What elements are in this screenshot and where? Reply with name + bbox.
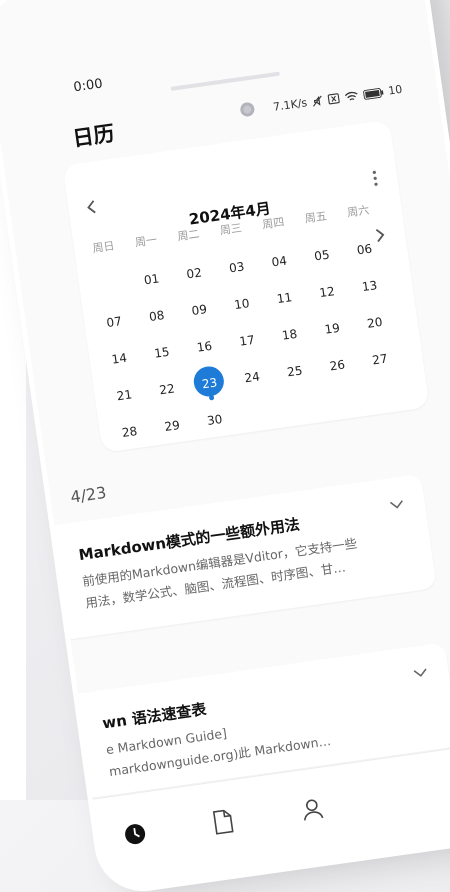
calendar-day-number: 26 — [328, 357, 346, 374]
calendar-day-number: 10 — [233, 296, 251, 313]
net-speed: 7.1K/s — [272, 96, 309, 114]
calendar-day-number: 16 — [195, 338, 213, 355]
weekday-label: 周日 — [91, 239, 116, 256]
calendar-day[interactable]: 22 — [144, 372, 191, 408]
calendar-day[interactable]: 11 — [261, 280, 308, 316]
prev-month-button[interactable] — [85, 197, 98, 219]
mute-icon — [313, 95, 322, 107]
calendar-day[interactable]: 24 — [229, 360, 276, 396]
calendar-day[interactable]: 07 — [91, 304, 138, 340]
wifi-icon — [345, 91, 358, 101]
calendar-day-number: 07 — [105, 314, 123, 331]
chevron-down-icon — [413, 668, 427, 677]
calendar-day[interactable]: 05 — [299, 238, 346, 274]
calendar-day[interactable]: 12 — [304, 274, 351, 310]
calendar-day[interactable]: 28 — [106, 414, 153, 450]
earpiece-speaker — [170, 71, 280, 91]
calendar-day[interactable]: 08 — [133, 298, 180, 334]
calendar-day-number: 05 — [313, 247, 331, 264]
calendar-day-number: 22 — [158, 381, 176, 398]
calendar-day-number: 23 — [201, 375, 219, 392]
calendar-day-number: 29 — [163, 417, 181, 434]
calendar-day[interactable]: 01 — [128, 262, 175, 298]
calendar-day-number: 25 — [286, 363, 304, 380]
calendar-day[interactable]: 25 — [271, 354, 318, 390]
calendar-day-number: 04 — [270, 253, 288, 270]
calendar-day-number: 09 — [190, 302, 208, 319]
weekday-label: 周一 — [134, 233, 158, 250]
calendar-day[interactable]: 16 — [181, 329, 228, 365]
no-sim-icon — [327, 93, 340, 105]
event-dot — [208, 394, 215, 401]
battery-icon — [363, 87, 384, 100]
weekday-label: 周六 — [346, 203, 371, 220]
page-title: 日历 — [71, 121, 117, 151]
calendar-day-number: 30 — [206, 412, 224, 429]
calendar-card: 2024年4月 周日 周一 周二 周三 周四 周五 周六 01 02 03 04 05 0… — [62, 119, 430, 453]
calendar-day-number: 15 — [153, 344, 171, 361]
calendar-day-number: 13 — [361, 278, 379, 295]
status-time: 0:00 — [72, 76, 104, 96]
tab-calendar[interactable] — [122, 820, 151, 849]
calendar-day[interactable]: 20 — [351, 305, 398, 341]
calendar-day-number: 03 — [228, 259, 246, 276]
calendar-day-number: 02 — [185, 265, 203, 282]
expand-button[interactable] — [413, 665, 429, 683]
calendar-day[interactable]: 02 — [171, 256, 218, 292]
calendar-day-number: 06 — [355, 241, 374, 258]
tab-notes[interactable] — [211, 808, 240, 837]
chevron-down-icon — [389, 500, 403, 509]
phone-frame: 0:00 7.1K/s 10 日历 2024年4月 周日 周一 周二 周三 周四… — [0, 0, 450, 892]
calendar-day[interactable]: 14 — [96, 341, 143, 377]
calendar-day-number: 08 — [148, 308, 166, 325]
calendar-day[interactable]: 23 — [186, 364, 233, 402]
calendar-day-number: 20 — [366, 314, 384, 331]
calendar-day[interactable]: 19 — [309, 311, 356, 347]
calendar-day-number: 14 — [110, 350, 128, 367]
expand-button[interactable] — [389, 497, 405, 515]
calendar-day[interactable]: 26 — [314, 348, 361, 384]
calendar-day-number: 21 — [115, 387, 133, 404]
calendar-day[interactable]: 21 — [101, 377, 148, 413]
calendar-day[interactable]: 30 — [191, 402, 238, 438]
calendar-day[interactable]: 13 — [346, 268, 393, 304]
chevron-left-icon — [87, 200, 96, 214]
document-icon — [212, 809, 234, 835]
calendar-day[interactable]: 04 — [256, 244, 303, 280]
calendar-day[interactable]: 09 — [176, 292, 223, 328]
calendar-day[interactable]: 18 — [266, 317, 313, 353]
calendar-day[interactable]: 10 — [219, 286, 266, 322]
calendar-day[interactable]: 06 — [341, 232, 388, 268]
calendar-day[interactable]: 03 — [213, 250, 260, 286]
calendar-day-number: 24 — [243, 369, 261, 386]
front-camera — [239, 101, 256, 118]
calendar-day-number: 11 — [275, 290, 294, 307]
clock-icon — [125, 824, 146, 845]
calendar-day-number: 18 — [281, 326, 299, 343]
calendar-day-number: 27 — [371, 351, 389, 368]
calendar-day-number: 17 — [238, 332, 256, 349]
calendar-day-number: 01 — [143, 271, 161, 288]
status-icons: 7.1K/s 10 — [272, 83, 403, 114]
weekday-label: 周五 — [303, 209, 328, 226]
calendar-day[interactable]: 17 — [224, 323, 271, 359]
calendar-day-number: 19 — [323, 320, 341, 337]
calendar-day[interactable]: 27 — [357, 342, 404, 378]
calendar-day[interactable]: 15 — [138, 335, 185, 371]
more-vert-icon — [372, 170, 378, 186]
calendar-day-number: 12 — [318, 284, 336, 301]
more-menu-button[interactable] — [371, 170, 379, 187]
weekday-label: 周二 — [176, 227, 201, 244]
selected-date-label: 4/23 — [69, 482, 108, 507]
calendar-day[interactable]: 29 — [149, 408, 196, 444]
calendar-day-number: 28 — [121, 423, 139, 440]
battery-level: 10 — [387, 82, 404, 98]
